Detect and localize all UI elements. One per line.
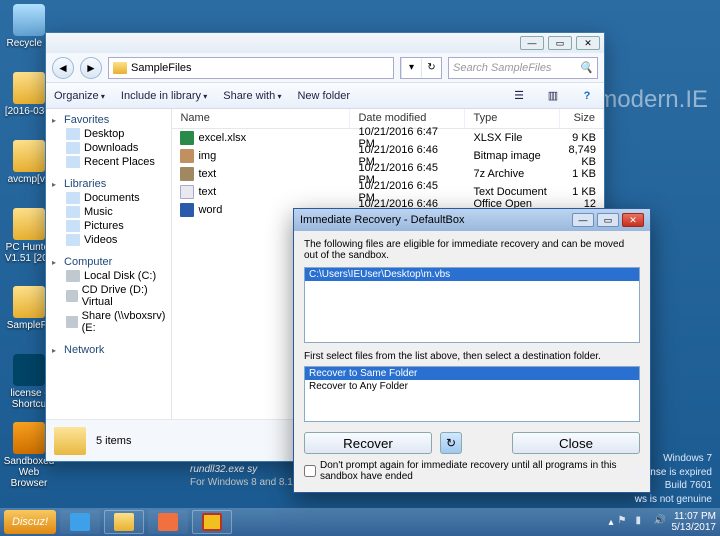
file-icon (180, 131, 194, 145)
file-list[interactable]: C:\Users\IEUser\Desktop\m.vbs (304, 267, 640, 343)
file-list-item[interactable]: C:\Users\IEUser\Desktop\m.vbs (305, 268, 639, 281)
folder-icon (13, 140, 45, 172)
nav-libraries[interactable]: Libraries (48, 177, 169, 191)
file-size: 8,749 KB (560, 144, 604, 168)
file-type: Text Document (465, 186, 560, 198)
close-button[interactable]: ✕ (576, 36, 600, 50)
taskbar-explorer[interactable] (104, 510, 144, 534)
system-tray[interactable]: ▴ ⚑ ▮ 🔊 11:07 PM 5/13/2017 (608, 511, 716, 533)
nav-item-pictures[interactable]: Pictures (48, 219, 169, 233)
destination-item[interactable]: Recover to Same Folder (305, 367, 639, 380)
taskbar-ie[interactable] (60, 510, 100, 534)
view-options-button[interactable]: ☰ (510, 87, 528, 105)
address-path: SampleFiles (131, 62, 192, 74)
address-bar[interactable]: SampleFiles (108, 57, 394, 79)
orange-icon (13, 422, 45, 454)
address-dropdown[interactable]: ▾ (401, 58, 421, 78)
dialog-message: The following files are eligible for imm… (304, 239, 640, 261)
file-name: excel.xlsx (198, 132, 246, 144)
dialog-title: Immediate Recovery - DefaultBox (300, 214, 464, 226)
close-button[interactable]: Close (512, 432, 640, 454)
nav-item-downloads[interactable]: Downloads (48, 141, 169, 155)
file-size: 1 KB (560, 186, 604, 198)
nav-item-videos[interactable]: Videos (48, 233, 169, 247)
organize-menu[interactable]: Organize (54, 90, 105, 102)
minimize-button[interactable]: — (520, 36, 544, 50)
include-library-menu[interactable]: Include in library (121, 90, 207, 102)
file-icon (180, 203, 194, 217)
destination-item[interactable]: Recover to Any Folder (305, 380, 639, 393)
folder-icon (113, 62, 127, 74)
network-icon[interactable]: ▮ (636, 515, 650, 529)
folder-icon (114, 513, 134, 531)
taskbar-mediaplayer[interactable] (148, 510, 188, 534)
taskbar: Discuz! ▴ ⚑ ▮ 🔊 11:07 PM 5/13/2017 (0, 508, 720, 536)
file-name: text (198, 168, 216, 180)
file-icon (180, 149, 194, 163)
file-name: word (198, 204, 222, 216)
explorer-titlebar[interactable]: — ▭ ✕ (46, 33, 604, 53)
help-button[interactable]: ? (578, 87, 596, 105)
flag-icon[interactable]: ⚑ (618, 515, 632, 529)
folder-icon (13, 208, 45, 240)
col-type[interactable]: Type (465, 109, 560, 128)
clock[interactable]: 11:07 PM 5/13/2017 (672, 511, 717, 533)
activation-watermark: Windows 7 License is expired Build 7601 … (632, 452, 712, 506)
navigation-pane: Favorites Desktop Downloads Recent Place… (46, 109, 172, 419)
shortcut-icon (13, 354, 45, 386)
dont-prompt-checkbox[interactable]: Don't prompt again for immediate recover… (304, 460, 640, 482)
nav-item-cd-drive[interactable]: CD Drive (D:) Virtual (48, 283, 169, 309)
file-size: 9 KB (560, 132, 604, 144)
dialog-instruction: First select files from the list above, … (304, 351, 640, 362)
file-name: text (198, 186, 216, 198)
nav-item-local-disk[interactable]: Local Disk (C:) (48, 269, 169, 283)
maximize-button[interactable]: ▭ (548, 36, 572, 50)
file-type: Bitmap image (465, 150, 560, 162)
taskbar-item-discuz[interactable]: Discuz! (4, 510, 56, 534)
recover-button[interactable]: Recover (304, 432, 432, 454)
preview-pane-button[interactable]: ▥ (544, 87, 562, 105)
dialog-titlebar[interactable]: Immediate Recovery - DefaultBox — ▭ ✕ (294, 209, 650, 231)
file-icon (180, 185, 194, 199)
back-button[interactable]: ◄ (52, 57, 74, 79)
sandboxie-icon (202, 513, 222, 531)
file-size: 1 KB (560, 168, 604, 180)
maximize-button[interactable]: ▭ (597, 213, 619, 227)
minimize-button[interactable]: — (572, 213, 594, 227)
folder-icon (13, 286, 45, 318)
nav-item-desktop[interactable]: Desktop (48, 127, 169, 141)
new-folder-button[interactable]: New folder (297, 90, 350, 102)
nav-item-music[interactable]: Music (48, 205, 169, 219)
volume-icon[interactable]: 🔊 (654, 515, 668, 529)
file-name: img (198, 150, 216, 162)
nav-item-share[interactable]: Share (\\vboxsrv) (E: (48, 309, 169, 335)
search-box[interactable]: Search SampleFiles 🔍 (448, 57, 598, 79)
nav-item-documents[interactable]: Documents (48, 191, 169, 205)
folder-icon (13, 72, 45, 104)
share-with-menu[interactable]: Share with (223, 90, 281, 102)
destination-list[interactable]: Recover to Same Folder Recover to Any Fo… (304, 366, 640, 422)
media-icon (158, 513, 178, 531)
refresh-button[interactable]: ↻ (421, 58, 441, 78)
refresh-button[interactable]: ↻ (440, 432, 462, 454)
nav-item-recent[interactable]: Recent Places (48, 155, 169, 169)
file-icon (180, 167, 194, 181)
search-icon: 🔍 (579, 61, 593, 74)
recycle-icon (13, 4, 45, 36)
immediate-recovery-dialog: Immediate Recovery - DefaultBox — ▭ ✕ Th… (293, 208, 651, 493)
file-type: XLSX File (465, 132, 560, 144)
ie-icon (70, 513, 90, 531)
nav-favorites[interactable]: Favorites (48, 113, 169, 127)
nav-computer[interactable]: Computer (48, 255, 169, 269)
item-count: 5 items (96, 435, 131, 447)
folder-icon (54, 427, 86, 455)
col-size[interactable]: Size (560, 109, 604, 128)
file-type: 7z Archive (465, 168, 560, 180)
show-hidden-icon[interactable]: ▴ (608, 517, 613, 528)
taskbar-sandboxie[interactable] (192, 510, 232, 534)
forward-button[interactable]: ► (80, 57, 102, 79)
nav-network[interactable]: Network (48, 343, 169, 357)
col-name[interactable]: Name (172, 109, 350, 128)
close-button[interactable]: ✕ (622, 213, 644, 227)
